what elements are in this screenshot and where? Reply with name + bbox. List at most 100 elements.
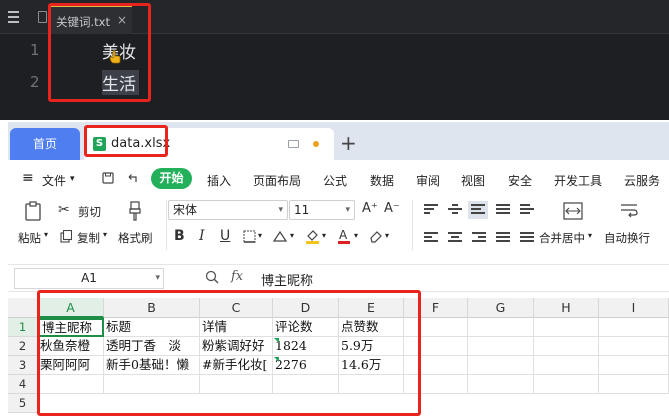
cell-c3[interactable]: #新手化妆[ [200, 356, 273, 375]
merge-center-icon[interactable] [563, 202, 583, 220]
cell-d2[interactable]: 1824 [273, 337, 339, 356]
align-top-icon[interactable] [424, 204, 438, 216]
chevron-down-icon[interactable]: ▾ [103, 230, 107, 239]
close-icon[interactable]: × [117, 13, 127, 27]
column-header-e[interactable]: E [339, 298, 404, 318]
cell-empty[interactable] [38, 375, 104, 394]
menu-security[interactable]: 安全 [508, 172, 532, 189]
cut-button[interactable]: 剪切 [78, 204, 101, 220]
menu-review[interactable]: 审阅 [416, 172, 440, 189]
cell-a2[interactable]: 秋鱼奈橙 [38, 337, 104, 356]
cell-d1[interactable]: 评论数 [273, 318, 339, 337]
shape-icon[interactable] [273, 230, 287, 243]
cell-empty[interactable] [468, 318, 534, 337]
cell-a1[interactable]: 博主昵称 [38, 318, 104, 337]
copy-icon[interactable] [60, 230, 72, 243]
increase-font-icon[interactable]: A⁺ [362, 201, 378, 216]
underline-button[interactable]: U [220, 228, 230, 244]
zoom-icon[interactable] [205, 270, 219, 284]
column-header-b[interactable]: B [104, 298, 200, 318]
eraser-icon[interactable] [369, 229, 383, 243]
menu-file[interactable]: 文件 [42, 172, 66, 189]
cell-empty[interactable] [534, 375, 599, 394]
cell-empty[interactable] [599, 337, 669, 356]
merge-center-button[interactable]: 合并居中 [539, 230, 585, 246]
hamburger-icon[interactable]: ≡ [22, 170, 34, 186]
paste-icon[interactable] [24, 201, 42, 221]
column-header-h[interactable]: H [534, 298, 599, 318]
tab-data-xlsx[interactable]: S data.xlsx [84, 128, 334, 160]
cell-empty[interactable] [599, 356, 669, 375]
paste-button[interactable]: 粘贴 [18, 230, 41, 246]
save-icon[interactable] [102, 172, 114, 184]
cell-empty[interactable] [404, 356, 468, 375]
name-box[interactable]: A1 ▾ [14, 268, 164, 289]
chevron-down-icon[interactable]: ▾ [385, 231, 389, 240]
row-header-3[interactable]: 3 [8, 356, 38, 375]
font-name-select[interactable]: 宋体 ▾ [168, 200, 288, 220]
cell-empty[interactable] [599, 318, 669, 337]
cell-e1[interactable]: 点赞数 [339, 318, 404, 337]
chevron-down-icon[interactable]: ▾ [258, 231, 262, 240]
chevron-down-icon[interactable]: ▾ [290, 231, 294, 240]
distributed-icon[interactable] [520, 232, 534, 244]
scissors-icon[interactable]: ✂ [58, 202, 70, 218]
cell-c1[interactable]: 详情 [200, 318, 273, 337]
bold-button[interactable]: B [174, 228, 185, 244]
tab-home[interactable]: 首页 [10, 128, 80, 160]
cell-empty[interactable] [104, 375, 200, 394]
cell-empty[interactable] [534, 356, 599, 375]
menu-view[interactable]: 视图 [461, 172, 485, 189]
wrap-text-icon[interactable] [620, 202, 638, 218]
wrap-text-button[interactable]: 自动换行 [604, 230, 650, 246]
justify-icon[interactable] [496, 232, 510, 244]
chevron-down-icon[interactable]: ▾ [354, 231, 358, 240]
border-icon[interactable] [243, 230, 256, 243]
cell-b3[interactable]: 新手0基础！懒 [104, 356, 200, 375]
format-painter-icon[interactable] [127, 201, 143, 221]
undo-icon[interactable] [126, 172, 138, 184]
chevron-down-icon[interactable]: ▾ [70, 174, 75, 184]
row-header-5[interactable]: 5 [8, 394, 38, 413]
cell-empty[interactable] [339, 375, 404, 394]
row-header-4[interactable]: 4 [8, 375, 38, 394]
cell-empty[interactable] [534, 318, 599, 337]
text-direction-icon[interactable] [496, 204, 510, 216]
cell-b2[interactable]: 透明丁香 淡 [104, 337, 200, 356]
row-header-2[interactable]: 2 [8, 337, 38, 356]
cell-empty[interactable] [200, 375, 273, 394]
menu-icon[interactable] [8, 11, 19, 23]
menu-developer[interactable]: 开发工具 [554, 172, 602, 189]
new-tab-button[interactable]: + [340, 131, 357, 155]
menu-start[interactable]: 开始 [151, 168, 192, 189]
format-painter-button[interactable]: 格式刷 [118, 230, 153, 246]
font-size-select[interactable]: 11 ▾ [289, 200, 355, 220]
cell-empty[interactable] [534, 337, 599, 356]
column-header-f[interactable]: F [404, 298, 468, 318]
decrease-font-icon[interactable]: A⁻ [384, 201, 400, 216]
select-all-corner[interactable] [8, 298, 38, 318]
align-right-icon[interactable] [472, 232, 486, 244]
cell-empty[interactable] [599, 375, 669, 394]
cell-empty[interactable] [468, 337, 534, 356]
cell-empty[interactable] [404, 375, 468, 394]
chevron-down-icon[interactable]: ▾ [322, 231, 326, 240]
copy-button[interactable]: 复制 [77, 230, 100, 246]
align-bottom-icon[interactable] [468, 201, 488, 219]
column-header-i[interactable]: I [599, 298, 669, 318]
column-header-c[interactable]: C [200, 298, 273, 318]
cell-empty[interactable] [404, 337, 468, 356]
font-color-icon[interactable]: A [337, 228, 351, 244]
column-header-a[interactable]: A [38, 298, 104, 318]
formula-input[interactable]: 博主昵称 [261, 270, 313, 289]
fx-icon[interactable]: fx [231, 269, 243, 284]
orientation-icon[interactable] [520, 204, 534, 216]
cell-e2[interactable]: 5.9万 [339, 337, 404, 356]
cell-empty[interactable] [273, 375, 339, 394]
column-header-d[interactable]: D [273, 298, 339, 318]
menu-data[interactable]: 数据 [370, 172, 394, 189]
editor-tab-keywords[interactable]: 关键词.txt × [50, 5, 132, 34]
cell-e3[interactable]: 14.6万 [339, 356, 404, 375]
cell-empty[interactable] [468, 375, 534, 394]
cell-b1[interactable]: 标题 [104, 318, 200, 337]
